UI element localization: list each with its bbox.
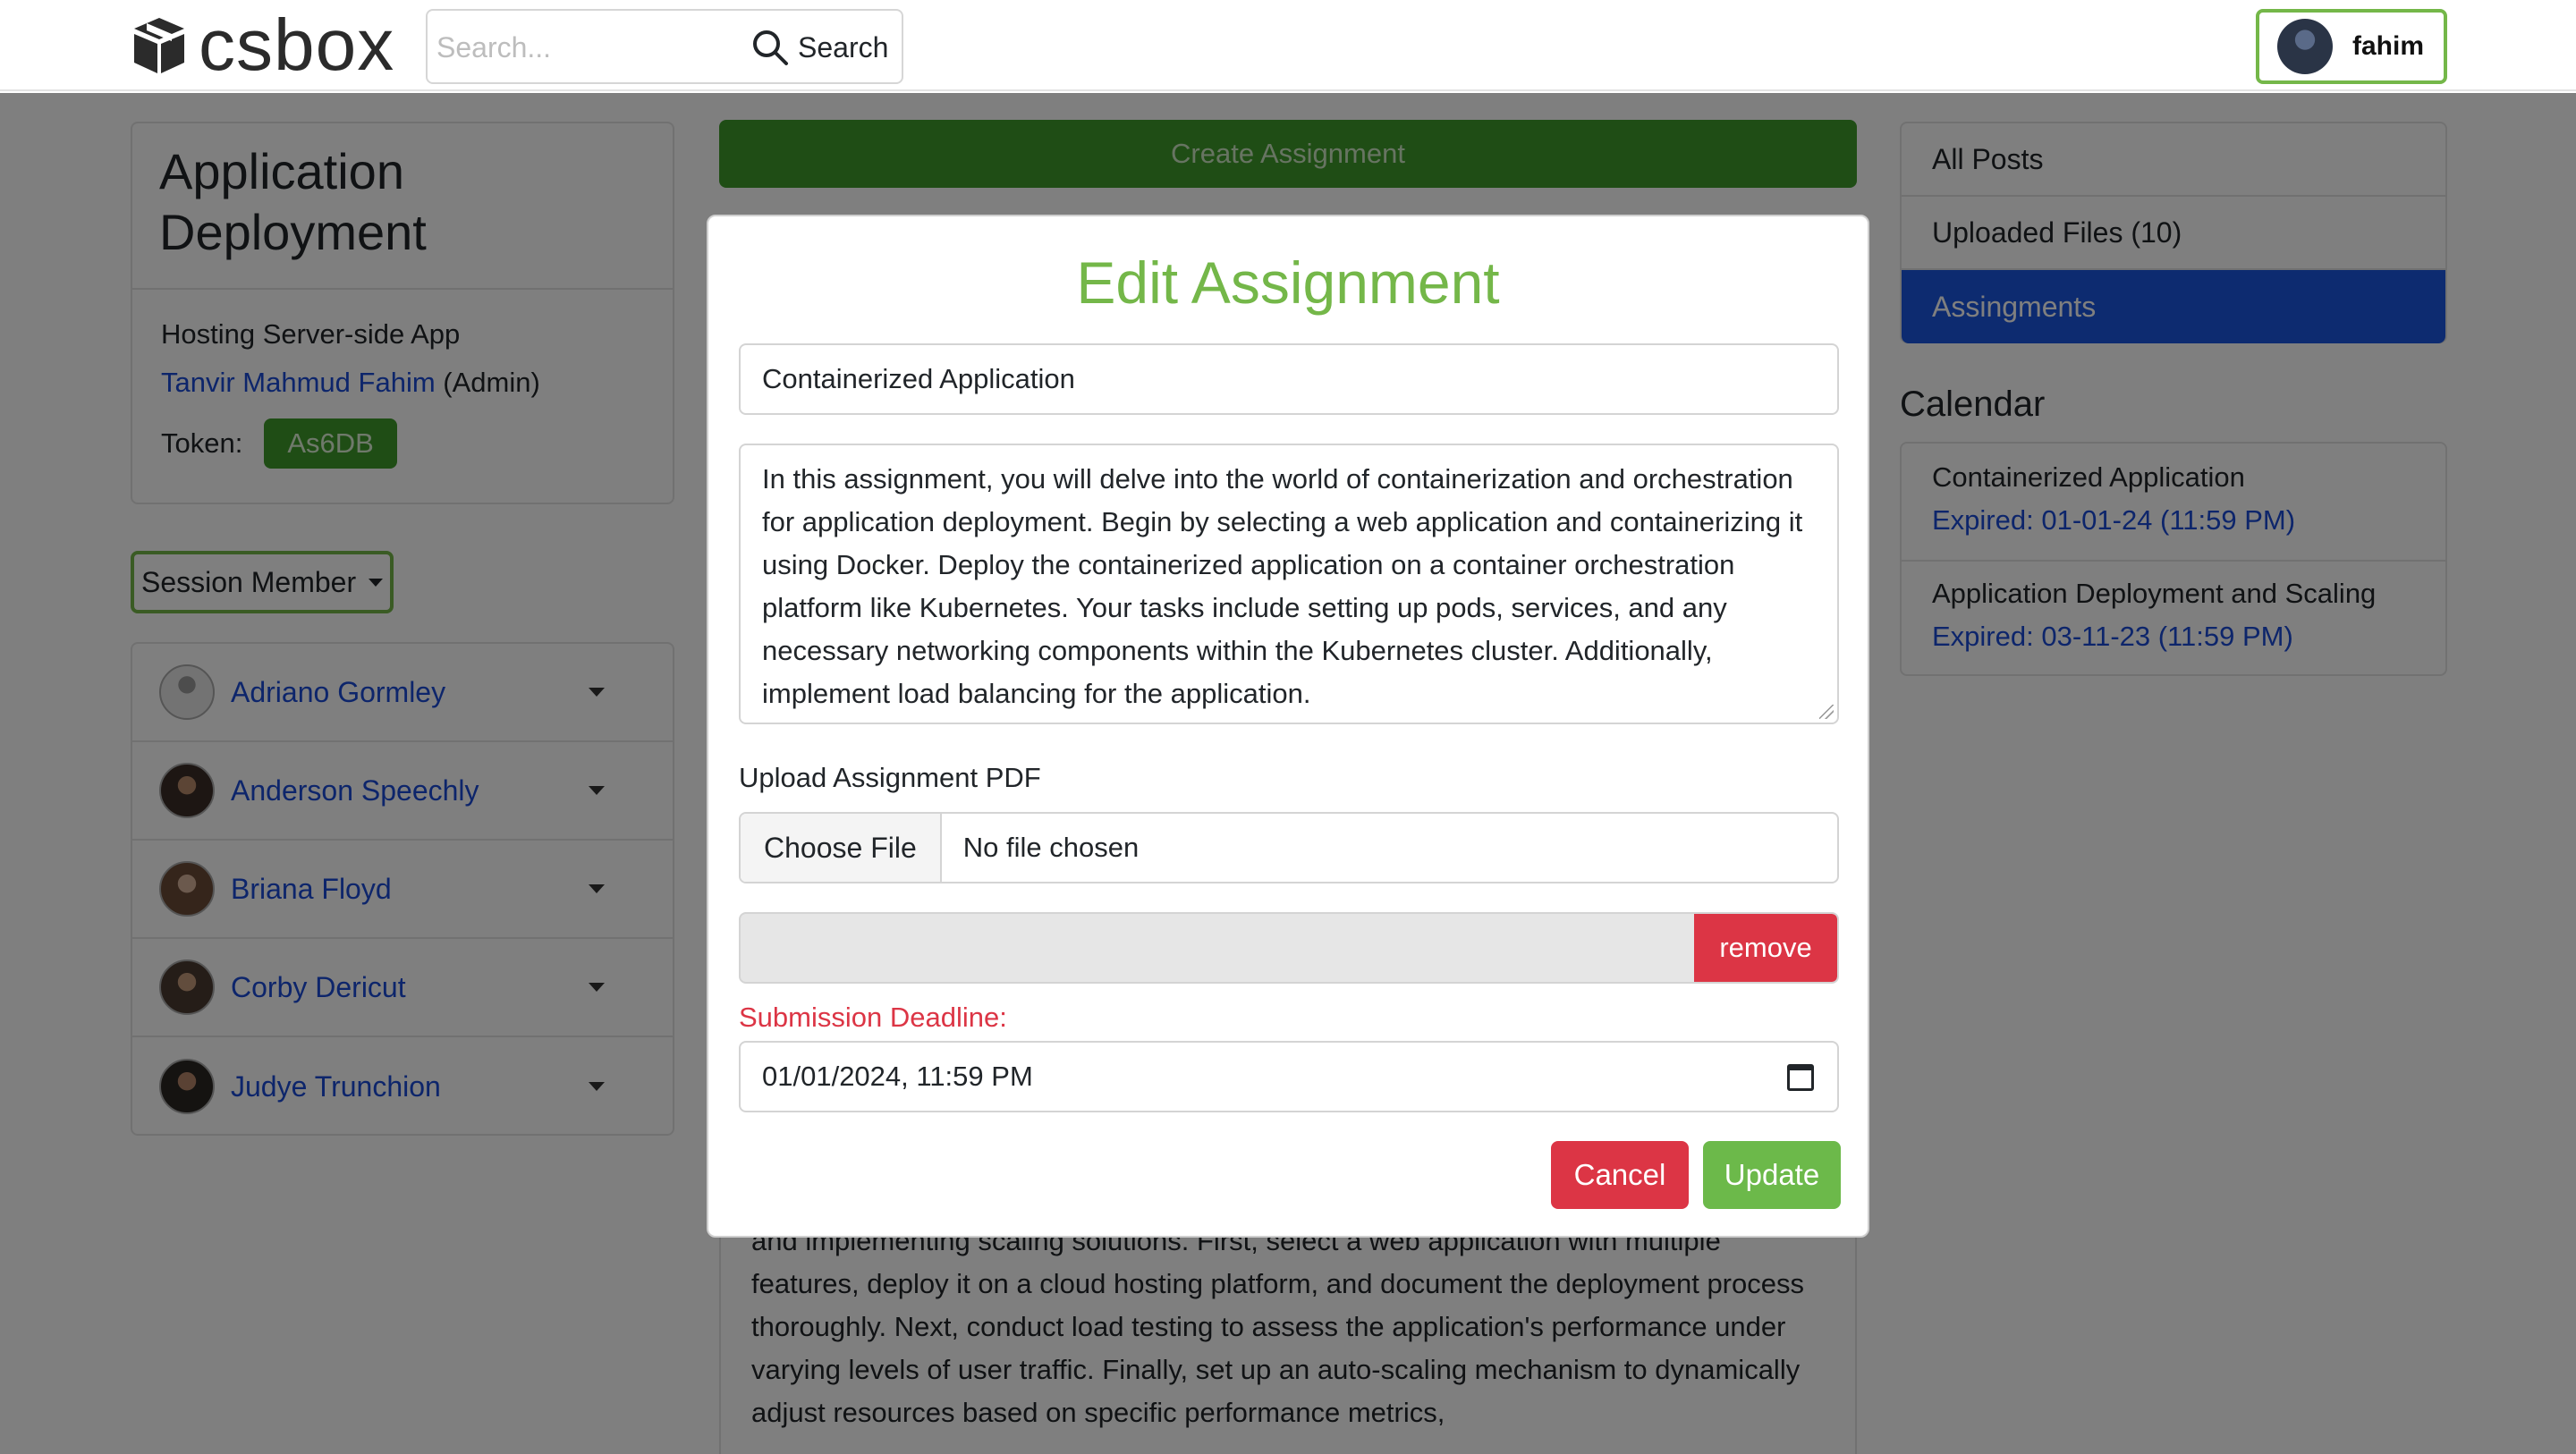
upload-progress-bar: remove xyxy=(739,912,1839,984)
deadline-datetime-input[interactable]: 01/01/2024, 11:59 PM xyxy=(739,1041,1839,1112)
top-navbar: csbox Search fahim xyxy=(0,0,2576,91)
assignment-description-text: In this assignment, you will delve into … xyxy=(762,463,1803,709)
search-button[interactable]: Search xyxy=(751,20,888,75)
deadline-label: Submission Deadline: xyxy=(739,1002,1007,1033)
resize-handle-icon[interactable] xyxy=(1819,705,1834,719)
brand-name: csbox xyxy=(199,4,395,86)
remove-file-button[interactable]: remove xyxy=(1694,914,1837,982)
search-input[interactable] xyxy=(436,23,723,72)
update-button[interactable]: Update xyxy=(1703,1141,1841,1209)
user-name: fahim xyxy=(2352,31,2425,61)
upload-pdf-label: Upload Assignment PDF xyxy=(739,762,1041,793)
choose-file-button[interactable]: Choose File xyxy=(741,814,942,882)
brand-logo[interactable]: csbox xyxy=(129,9,394,82)
user-avatar xyxy=(2277,19,2333,74)
assignment-title-input[interactable]: Containerized Application xyxy=(739,343,1839,415)
cancel-button[interactable]: Cancel xyxy=(1551,1141,1689,1209)
search-form: Search xyxy=(426,9,903,84)
box-icon xyxy=(134,18,184,73)
assignment-description-textarea[interactable]: In this assignment, you will delve into … xyxy=(739,444,1839,724)
calendar-icon[interactable] xyxy=(1787,1064,1814,1091)
user-menu-button[interactable]: fahim xyxy=(2256,9,2447,84)
edit-assignment-modal: Edit Assignment Containerized Applicatio… xyxy=(707,215,1869,1238)
search-button-label: Search xyxy=(798,30,889,63)
search-icon xyxy=(753,30,788,65)
deadline-value: 01/01/2024, 11:59 PM xyxy=(762,1061,1033,1092)
file-status: No file chosen xyxy=(962,832,1140,863)
modal-title: Edit Assignment xyxy=(1076,249,1500,316)
file-input[interactable]: Choose File No file chosen xyxy=(739,812,1839,883)
